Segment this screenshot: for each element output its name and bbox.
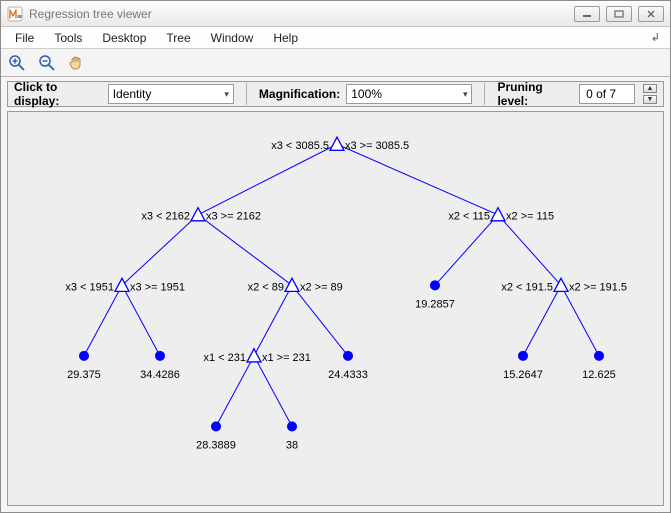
titlebar: Regression tree viewer	[1, 1, 670, 27]
tree-edge	[254, 356, 292, 427]
magnification-select[interactable]: 100% ▾	[346, 84, 472, 104]
leaf-node[interactable]	[595, 351, 604, 360]
split-condition-left: x2 < 115	[448, 211, 490, 223]
pruning-level-value-box: 0 of 7	[579, 84, 635, 104]
leaf-value: 38	[286, 440, 298, 452]
app-window: Regression tree viewer File Tools Deskto…	[0, 0, 671, 513]
menu-tools[interactable]: Tools	[46, 29, 90, 47]
split-condition-right: x2 >= 115	[506, 211, 554, 223]
split-node[interactable]	[285, 278, 299, 291]
split-condition-left: x3 < 3085.5	[271, 140, 329, 152]
tree-edge	[435, 215, 498, 286]
menu-desktop[interactable]: Desktop	[94, 29, 154, 47]
leaf-value: 12.625	[582, 369, 616, 381]
leaf-value: 29.375	[67, 369, 101, 381]
close-button[interactable]	[638, 6, 664, 22]
leaf-node[interactable]	[80, 351, 89, 360]
split-condition-right: x2 >= 191.5	[569, 281, 627, 293]
split-condition-right: x3 >= 3085.5	[345, 140, 409, 152]
tree-edge	[198, 215, 292, 286]
pruning-level-label: Pruning level:	[497, 80, 573, 108]
pruning-level-value: 0 of 7	[586, 87, 616, 101]
tree-edge	[561, 285, 599, 356]
tree-edge	[84, 285, 122, 356]
tree-edge	[523, 285, 561, 356]
leaf-node[interactable]	[156, 351, 165, 360]
menu-file[interactable]: File	[7, 29, 42, 47]
leaf-node[interactable]	[344, 351, 353, 360]
app-icon	[7, 6, 23, 22]
magnification-label: Magnification:	[259, 87, 340, 101]
pruning-level-down-button[interactable]: ▼	[643, 95, 657, 104]
pruning-level-spinner: ▲ ▼	[643, 84, 657, 104]
leaf-value: 15.2647	[503, 369, 543, 381]
dock-undock-icon[interactable]: ↲	[647, 31, 664, 44]
tree-edge	[122, 285, 160, 356]
leaf-node[interactable]	[431, 281, 440, 290]
leaf-node[interactable]	[212, 422, 221, 431]
divider	[246, 83, 247, 105]
split-condition-right: x3 >= 1951	[130, 281, 185, 293]
minimize-button[interactable]	[574, 6, 600, 22]
tree-canvas[interactable]: x3 < 3085.5 x3 >= 3085.5 x3 < 2162 x3 >= 21…	[7, 111, 664, 506]
split-node[interactable]	[191, 208, 205, 221]
zoom-out-icon[interactable]	[37, 53, 57, 73]
click-to-display-value: Identity	[113, 87, 152, 101]
tree-svg: x3 < 3085.5 x3 >= 3085.5 x3 < 2162 x3 >= 21…	[8, 112, 663, 505]
tree-edge	[254, 285, 292, 356]
split-condition-left: x3 < 2162	[141, 211, 190, 223]
pruning-level-up-button[interactable]: ▲	[643, 84, 657, 93]
window-title: Regression tree viewer	[29, 7, 568, 21]
click-to-display-label: Click to display:	[14, 80, 102, 108]
leaf-value: 19.2857	[415, 299, 455, 311]
tree-edge	[198, 144, 337, 215]
zoom-in-icon[interactable]	[7, 53, 27, 73]
tree-edge	[292, 285, 348, 356]
split-condition-right: x1 >= 231	[262, 352, 311, 364]
controls-bar: Click to display: Identity ▾ Magnificati…	[7, 81, 664, 107]
tree-edge	[122, 215, 198, 286]
menu-tree[interactable]: Tree	[158, 29, 198, 47]
split-node[interactable]	[491, 208, 505, 221]
leaf-node[interactable]	[288, 422, 297, 431]
leaf-node[interactable]	[519, 351, 528, 360]
menu-help[interactable]: Help	[265, 29, 306, 47]
magnification-value: 100%	[351, 87, 382, 101]
split-node[interactable]	[330, 137, 344, 150]
tree-edge	[216, 356, 254, 427]
menu-window[interactable]: Window	[203, 29, 262, 47]
chevron-down-icon: ▾	[457, 89, 468, 100]
leaf-value: 34.4286	[140, 369, 180, 381]
split-condition-left: x3 < 1951	[65, 281, 114, 293]
pan-hand-icon[interactable]	[67, 53, 87, 73]
click-to-display-select[interactable]: Identity ▾	[108, 84, 234, 104]
divider	[484, 83, 485, 105]
split-node[interactable]	[247, 349, 261, 362]
split-condition-right: x3 >= 2162	[206, 211, 261, 223]
split-condition-right: x2 >= 89	[300, 281, 343, 293]
tree-edge	[498, 215, 561, 286]
split-condition-left: x2 < 191.5	[501, 281, 553, 293]
window-controls	[574, 6, 664, 22]
chevron-down-icon: ▾	[218, 89, 229, 100]
tree-edge	[337, 144, 498, 215]
split-condition-left: x2 < 89	[248, 281, 284, 293]
menubar: File Tools Desktop Tree Window Help ↲	[1, 27, 670, 49]
maximize-button[interactable]	[606, 6, 632, 22]
split-condition-left: x1 < 231	[204, 352, 246, 364]
toolbar	[1, 49, 670, 77]
leaf-value: 28.3889	[196, 440, 236, 452]
leaf-value: 24.4333	[328, 369, 368, 381]
